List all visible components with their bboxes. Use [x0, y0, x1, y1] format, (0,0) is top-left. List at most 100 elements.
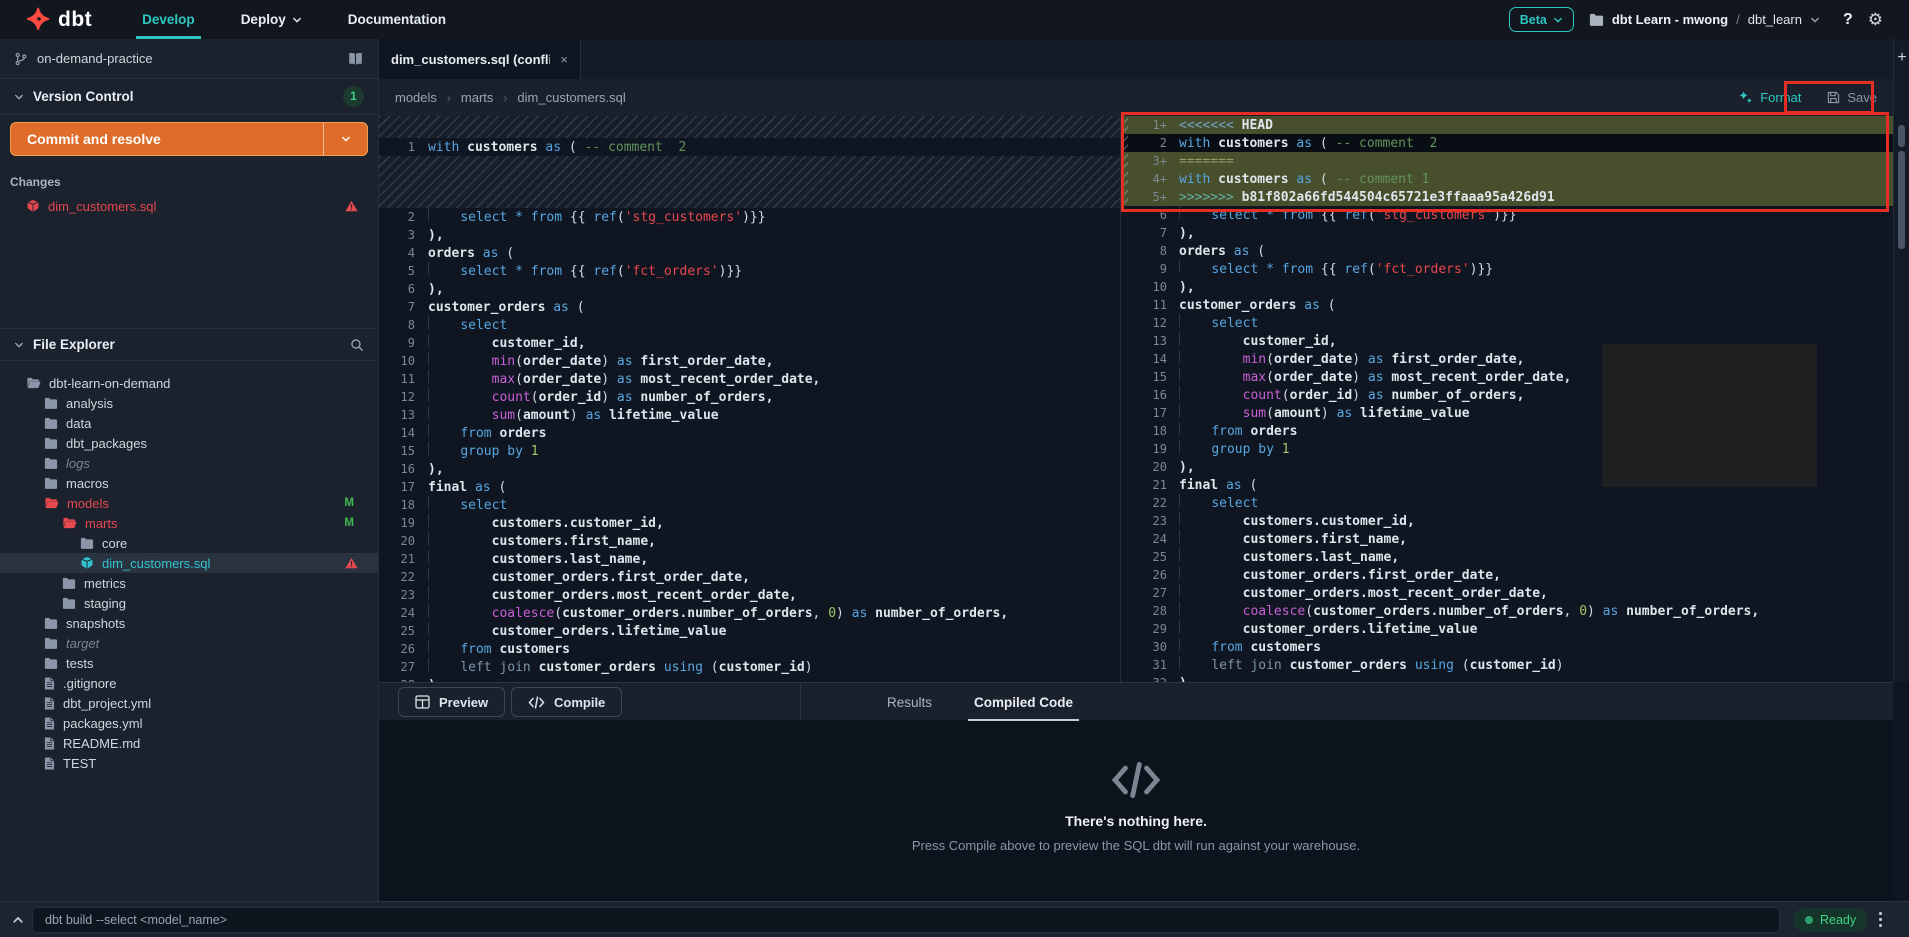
tree-item-label: models: [67, 496, 109, 511]
tree-item-data[interactable]: data: [0, 413, 378, 433]
tree-item-label: data: [66, 416, 91, 431]
tree-item-dim-customers-sql[interactable]: dim_customers.sql: [0, 553, 378, 573]
code-line: 3+=======: [1121, 152, 1893, 170]
save-button[interactable]: Save: [1827, 90, 1877, 105]
nav-deploy[interactable]: Deploy: [235, 0, 308, 39]
line-number: 10: [385, 352, 415, 370]
changed-file-dim-customers[interactable]: dim_customers.sql: [0, 195, 378, 217]
status-bar: Ready: [0, 901, 1909, 937]
version-control-header[interactable]: Version Control 1: [0, 79, 378, 115]
tree-item-test[interactable]: TEST: [0, 753, 378, 773]
tree-item-logs[interactable]: logs: [0, 453, 378, 473]
tree-item-tests[interactable]: tests: [0, 653, 378, 673]
file-tree: dbt-learn-on-demandanalysis data dbt_packa…: [0, 361, 378, 901]
code-line: 13 sum(amount) as lifetime_value: [379, 406, 1120, 424]
compile-button[interactable]: Compile: [511, 687, 622, 717]
line-number: 26: [1127, 566, 1167, 584]
dbt-logo[interactable]: dbt: [26, 7, 92, 33]
docs-book-icon[interactable]: [347, 52, 364, 66]
git-branch-icon: [14, 52, 28, 66]
line-number: 21: [385, 550, 415, 568]
code-line: 32): [1121, 674, 1893, 682]
tree-item-snapshots[interactable]: snapshots: [0, 613, 378, 633]
tree-item-label: target: [66, 636, 99, 651]
chevron-down-icon: [341, 134, 351, 144]
code-line: 18 select: [379, 496, 1120, 514]
file-explorer-header[interactable]: File Explorer: [0, 328, 378, 361]
project-breadcrumb[interactable]: dbt Learn - mwong / dbt_learn: [1589, 12, 1820, 27]
line-number: 12: [1127, 314, 1167, 332]
kebab-menu-icon[interactable]: [1878, 911, 1883, 928]
tree-item--gitignore[interactable]: .gitignore: [0, 673, 378, 693]
tab-results[interactable]: Results: [887, 683, 932, 721]
tree-item-dbt-project-yml[interactable]: dbt_project.yml: [0, 693, 378, 713]
dbt-cloud-ide: dbt Develop Deploy Documentation Beta db…: [0, 0, 1909, 937]
line-number: 18: [385, 496, 415, 514]
tree-item-label: macros: [66, 476, 109, 491]
tab-dim-customers[interactable]: dim_customers.sql (confli... ×: [379, 39, 581, 79]
commit-dropdown-toggle[interactable]: [323, 123, 367, 155]
line-number: 5: [385, 262, 415, 280]
commit-and-resolve-button[interactable]: Commit and resolve: [10, 122, 368, 156]
chevron-down-icon: [1553, 15, 1563, 25]
new-tab-button[interactable]: +: [1894, 49, 1909, 67]
collapsed-diff-hatch: [379, 116, 1120, 138]
tree-item-core[interactable]: core: [0, 533, 378, 553]
tree-item-analysis[interactable]: analysis: [0, 393, 378, 413]
code-line: 5 select * from {{ ref('fct_orders')}}: [379, 262, 1120, 280]
nav-documentation[interactable]: Documentation: [342, 0, 452, 39]
tree-item-packages-yml[interactable]: packages.yml: [0, 713, 378, 733]
empty-state-subtitle: Press Compile above to preview the SQL d…: [379, 838, 1893, 853]
bottom-panel-body: There's nothing here. Press Compile abov…: [379, 720, 1893, 901]
chevron-up-icon[interactable]: [12, 914, 24, 926]
scrollbar-thumb[interactable]: [1898, 151, 1905, 249]
model-icon: [26, 199, 40, 213]
format-button[interactable]: Format: [1738, 90, 1801, 105]
line-number: 4: [385, 244, 415, 262]
tree-item-readme-md[interactable]: README.md: [0, 733, 378, 753]
editor-pane-working[interactable]: 1with customers as ( -- comment 22 selec…: [379, 116, 1120, 682]
changes-count-badge: 1: [343, 86, 364, 107]
tree-item-label: dbt_project.yml: [63, 696, 151, 711]
command-input[interactable]: [32, 907, 1780, 933]
top-nav: dbt Develop Deploy Documentation Beta db…: [0, 0, 1909, 39]
tree-item-dbt-packages[interactable]: dbt_packages: [0, 433, 378, 453]
tree-item-metrics[interactable]: metrics: [0, 573, 378, 593]
tree-item-dbt-learn-on-demand[interactable]: dbt-learn-on-demand: [0, 373, 378, 393]
beta-toggle[interactable]: Beta: [1509, 7, 1574, 32]
branch-row[interactable]: on-demand-practice: [0, 39, 378, 79]
dark-overlay-box: [1602, 344, 1817, 487]
code-line: 12 select: [1121, 314, 1893, 332]
nav-develop[interactable]: Develop: [136, 0, 201, 39]
search-icon[interactable]: [350, 338, 364, 352]
line-number: 6: [385, 280, 415, 298]
tree-item-staging[interactable]: staging: [0, 593, 378, 613]
tree-item-target[interactable]: target: [0, 633, 378, 653]
line-number: 8: [1127, 242, 1167, 260]
changes-label: Changes: [10, 175, 61, 189]
folder-icon: [44, 657, 58, 669]
code-line: 11 max(order_date) as most_recent_order_…: [379, 370, 1120, 388]
scrollbar-mark[interactable]: [1898, 125, 1905, 147]
tree-item-marts[interactable]: martsM: [0, 513, 378, 533]
chevron-down-icon: [1810, 15, 1820, 25]
editor-tab-bar: dim_customers.sql (confli... ×: [379, 39, 1893, 79]
code-line: 19 customers.customer_id,: [379, 514, 1120, 532]
editor-actions: Format Save: [1738, 90, 1877, 105]
line-number: 12: [385, 388, 415, 406]
line-number: 7: [385, 298, 415, 316]
folder-icon: [44, 457, 58, 469]
status-badge-ready[interactable]: Ready: [1793, 908, 1868, 932]
tree-item-macros[interactable]: macros: [0, 473, 378, 493]
tab-compiled-code[interactable]: Compiled Code: [974, 683, 1073, 721]
code-line: 8 select: [379, 316, 1120, 334]
help-button[interactable]: ?: [1843, 11, 1853, 29]
close-icon[interactable]: ×: [560, 52, 568, 67]
preview-button[interactable]: Preview: [398, 687, 505, 717]
line-number: 11: [385, 370, 415, 388]
tree-item-models[interactable]: modelsM: [0, 493, 378, 513]
line-number: 3: [385, 226, 415, 244]
model-icon: [80, 556, 94, 570]
settings-gear-icon[interactable]: ⚙: [1868, 10, 1883, 30]
file-icon: [44, 717, 55, 730]
